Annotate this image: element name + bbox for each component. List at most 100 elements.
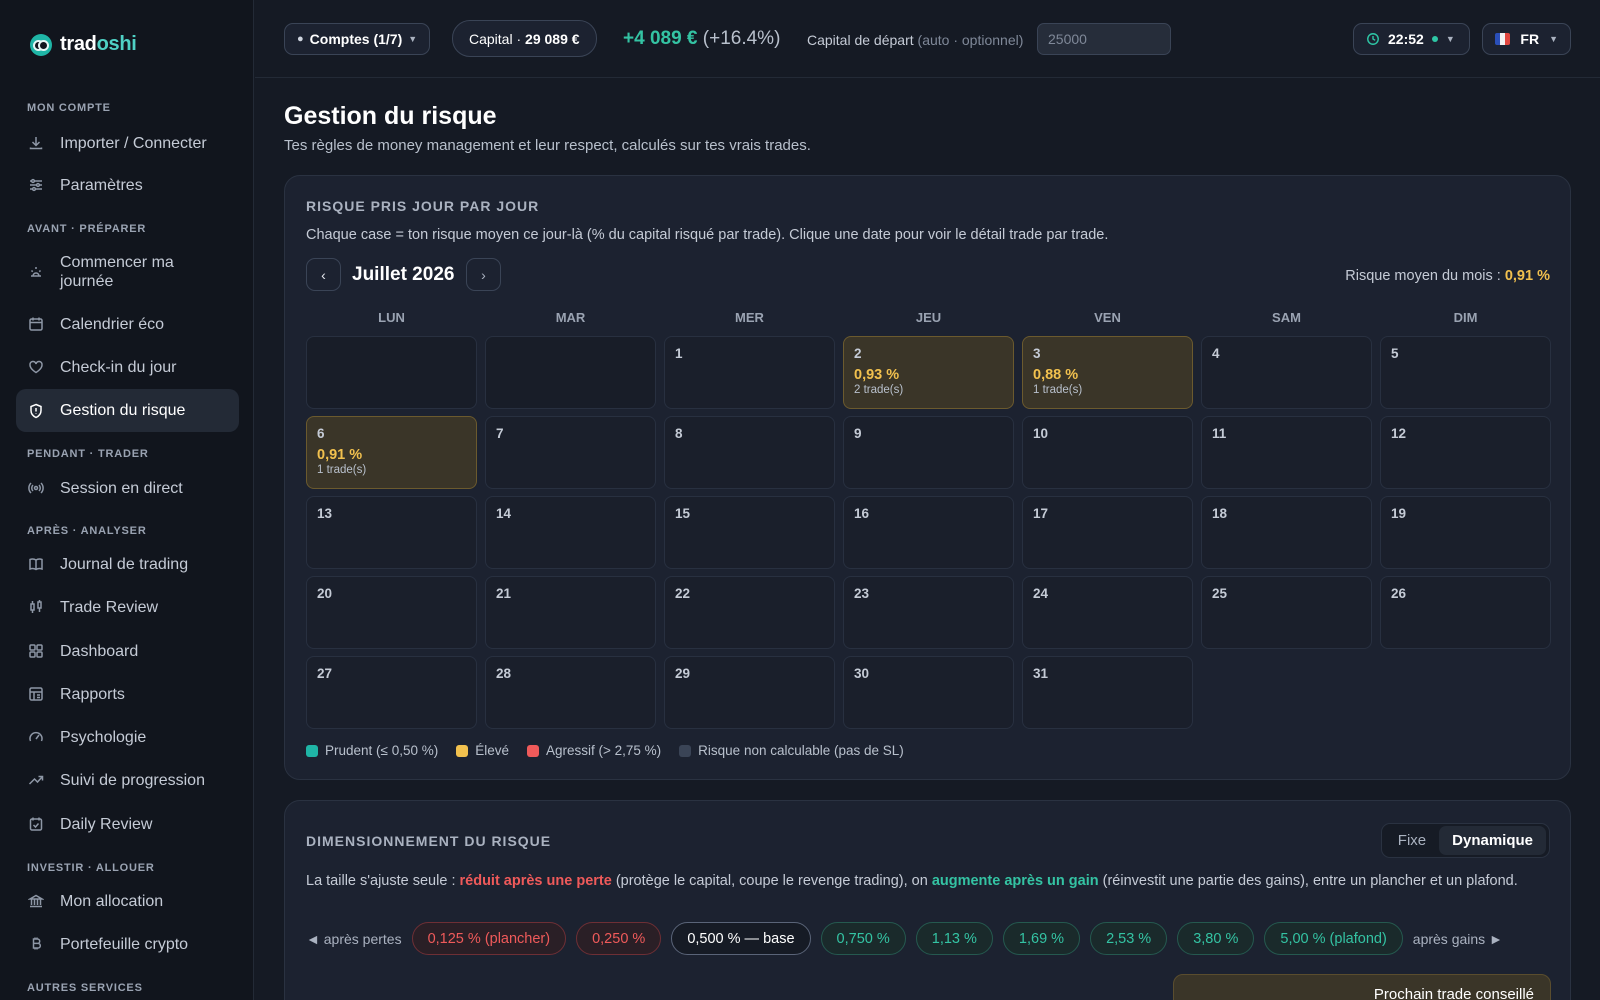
calendar-day[interactable]: 27 <box>306 656 477 729</box>
calendar-day[interactable]: 8 <box>664 416 835 489</box>
french-flag-icon <box>1495 33 1511 45</box>
day-number: 25 <box>1212 586 1228 601</box>
calendar-day[interactable]: 12 <box>1380 416 1551 489</box>
sidebar-item-parametres[interactable]: Paramètres <box>16 171 239 199</box>
next-month-button[interactable]: › <box>466 258 501 291</box>
day-risk-value: 0,93 % <box>854 367 900 383</box>
prev-month-button[interactable]: ‹ <box>306 258 341 291</box>
day-number: 4 <box>1212 346 1220 361</box>
calendar-day[interactable]: 7 <box>485 416 656 489</box>
month-average-value: 0,91 % <box>1504 268 1550 284</box>
toggle-fixed[interactable]: Fixe <box>1385 826 1439 855</box>
grid-icon <box>29 644 43 658</box>
sidebar-item-session-direct[interactable]: Session en direct <box>16 474 239 502</box>
sidebar-item-rapports[interactable]: Rapports <box>16 680 239 708</box>
heart-icon <box>29 360 43 374</box>
next-trade-panel: Prochain trade conseillé <box>1173 974 1551 1000</box>
calendar-day[interactable]: 25 <box>1201 576 1372 649</box>
calendar-day[interactable]: 6 0,91 % 1 trade(s) <box>306 416 477 489</box>
calendar-day[interactable]: 24 <box>1022 576 1193 649</box>
calendar-day[interactable]: 31 <box>1022 656 1193 729</box>
calendar-day[interactable]: 2 0,93 % 2 trade(s) <box>843 336 1014 409</box>
sidebar-item-crypto[interactable]: Portefeuille crypto <box>16 930 239 958</box>
risk-level-chip: 2,53 % <box>1090 922 1168 955</box>
calendar-day[interactable]: 9 <box>843 416 1014 489</box>
language-dropdown[interactable]: FR ▼ <box>1482 23 1571 55</box>
start-capital-label: Capital de départ (auto · optionnel) <box>807 32 1024 48</box>
calendar-day[interactable]: 13 <box>306 496 477 569</box>
weekday-label: MER <box>735 310 764 325</box>
clock-time: 22:52 <box>1388 31 1424 47</box>
sidebar: tradoshi MON COMPTE Importer / Connecter… <box>0 0 254 1000</box>
calendar-day-empty <box>306 336 477 409</box>
calendar-day[interactable]: 23 <box>843 576 1014 649</box>
sidebar-item-dashboard[interactable]: Dashboard <box>16 637 239 665</box>
risk-level-chip: 5,00 % (plafond) <box>1264 922 1403 955</box>
capital-badge: Capital · 29 089 € <box>452 20 597 57</box>
sidebar-item-check-in[interactable]: Check-in du jour <box>16 353 239 381</box>
calendar-day[interactable]: 30 <box>843 656 1014 729</box>
sidebar-item-daily-review[interactable]: Daily Review <box>16 810 239 838</box>
calendar-day[interactable]: 17 <box>1022 496 1193 569</box>
calendar-card-heading: RISQUE PRIS JOUR PAR JOUR <box>306 198 540 214</box>
toggle-dynamic[interactable]: Dynamique <box>1439 826 1546 855</box>
calendar-day[interactable]: 29 <box>664 656 835 729</box>
sidebar-item-journal[interactable]: Journal de trading <box>16 550 239 578</box>
day-number: 11 <box>1212 426 1227 441</box>
day-number: 7 <box>496 426 504 441</box>
calendar-day[interactable]: 1 <box>664 336 835 409</box>
day-number: 18 <box>1212 506 1228 521</box>
sidebar-item-trade-review[interactable]: Trade Review <box>16 593 239 621</box>
clock-dropdown[interactable]: 22:52 ▼ <box>1353 23 1470 55</box>
calendar-day[interactable]: 20 <box>306 576 477 649</box>
day-number: 9 <box>854 426 862 441</box>
sidebar-item-allocation[interactable]: Mon allocation <box>16 887 239 915</box>
calendar-day[interactable]: 4 <box>1201 336 1372 409</box>
sidebar-item-calendrier-eco[interactable]: Calendrier éco <box>16 310 239 338</box>
sidebar-item-label: Gestion du risque <box>60 402 186 419</box>
sidebar-item-importer[interactable]: Importer / Connecter <box>16 129 239 157</box>
weekday-label: SAM <box>1272 310 1301 325</box>
calendar-day[interactable]: 10 <box>1022 416 1193 489</box>
calendar-day[interactable]: 16 <box>843 496 1014 569</box>
sidebar-item-label: Commencer ma journée <box>60 254 174 290</box>
sidebar-item-label: Rapports <box>60 685 125 703</box>
calendar-day[interactable]: 5 <box>1380 336 1551 409</box>
gain-value: +4 089 € <box>623 28 698 49</box>
calendar-day[interactable]: 3 0,88 % 1 trade(s) <box>1022 336 1193 409</box>
calendar-day[interactable]: 28 <box>485 656 656 729</box>
day-number: 23 <box>854 586 870 601</box>
sidebar-item-label: Journal de trading <box>60 555 189 573</box>
calendar-day[interactable]: 15 <box>664 496 835 569</box>
sidebar-item-suivi-progression[interactable]: Suivi de progression <box>16 766 239 794</box>
gauge-icon <box>29 731 43 742</box>
calendar-day[interactable]: 21 <box>485 576 656 649</box>
calendar-day[interactable]: 14 <box>485 496 656 569</box>
sidebar-item-commencer[interactable]: Commencer ma journée <box>16 252 239 292</box>
sidebar-item-label: Session en direct <box>60 479 183 497</box>
day-number: 8 <box>675 426 683 441</box>
accounts-label: Comptes (1/7) <box>309 31 403 47</box>
sidebar-item-gestion-risque[interactable]: Gestion du risque <box>16 389 239 432</box>
chevron-down-icon: ▼ <box>1445 34 1455 44</box>
after-losses-label: ◄ après pertes <box>306 930 402 947</box>
weekday-label: JEU <box>915 310 942 325</box>
risk-sizing-card: DIMENSIONNEMENT DU RISQUE Fixe Dynamique… <box>284 800 1571 1000</box>
clock-icon <box>1367 33 1379 45</box>
calendar-day[interactable]: 19 <box>1380 496 1551 569</box>
legend-label: Risque non calculable (pas de SL) <box>698 743 904 758</box>
day-number: 16 <box>854 506 870 521</box>
accounts-dropdown[interactable]: ● Comptes (1/7) ▼ <box>284 23 431 55</box>
calendar-day[interactable]: 22 <box>664 576 835 649</box>
gain-percent: (+16.4%) <box>702 28 781 49</box>
calendar-day[interactable]: 11 <box>1201 416 1372 489</box>
owl-logo-icon <box>30 33 52 56</box>
calendar-day[interactable]: 18 <box>1201 496 1372 569</box>
start-capital-input[interactable] <box>1037 23 1171 55</box>
weekday-label: MAR <box>555 310 586 325</box>
day-number: 10 <box>1033 426 1049 441</box>
sidebar-item-psychologie[interactable]: Psychologie <box>16 723 239 751</box>
brand-logo[interactable]: tradoshi <box>30 33 137 56</box>
calendar-day[interactable]: 26 <box>1380 576 1551 649</box>
legend-item: Risque non calculable (pas de SL) <box>679 743 904 758</box>
